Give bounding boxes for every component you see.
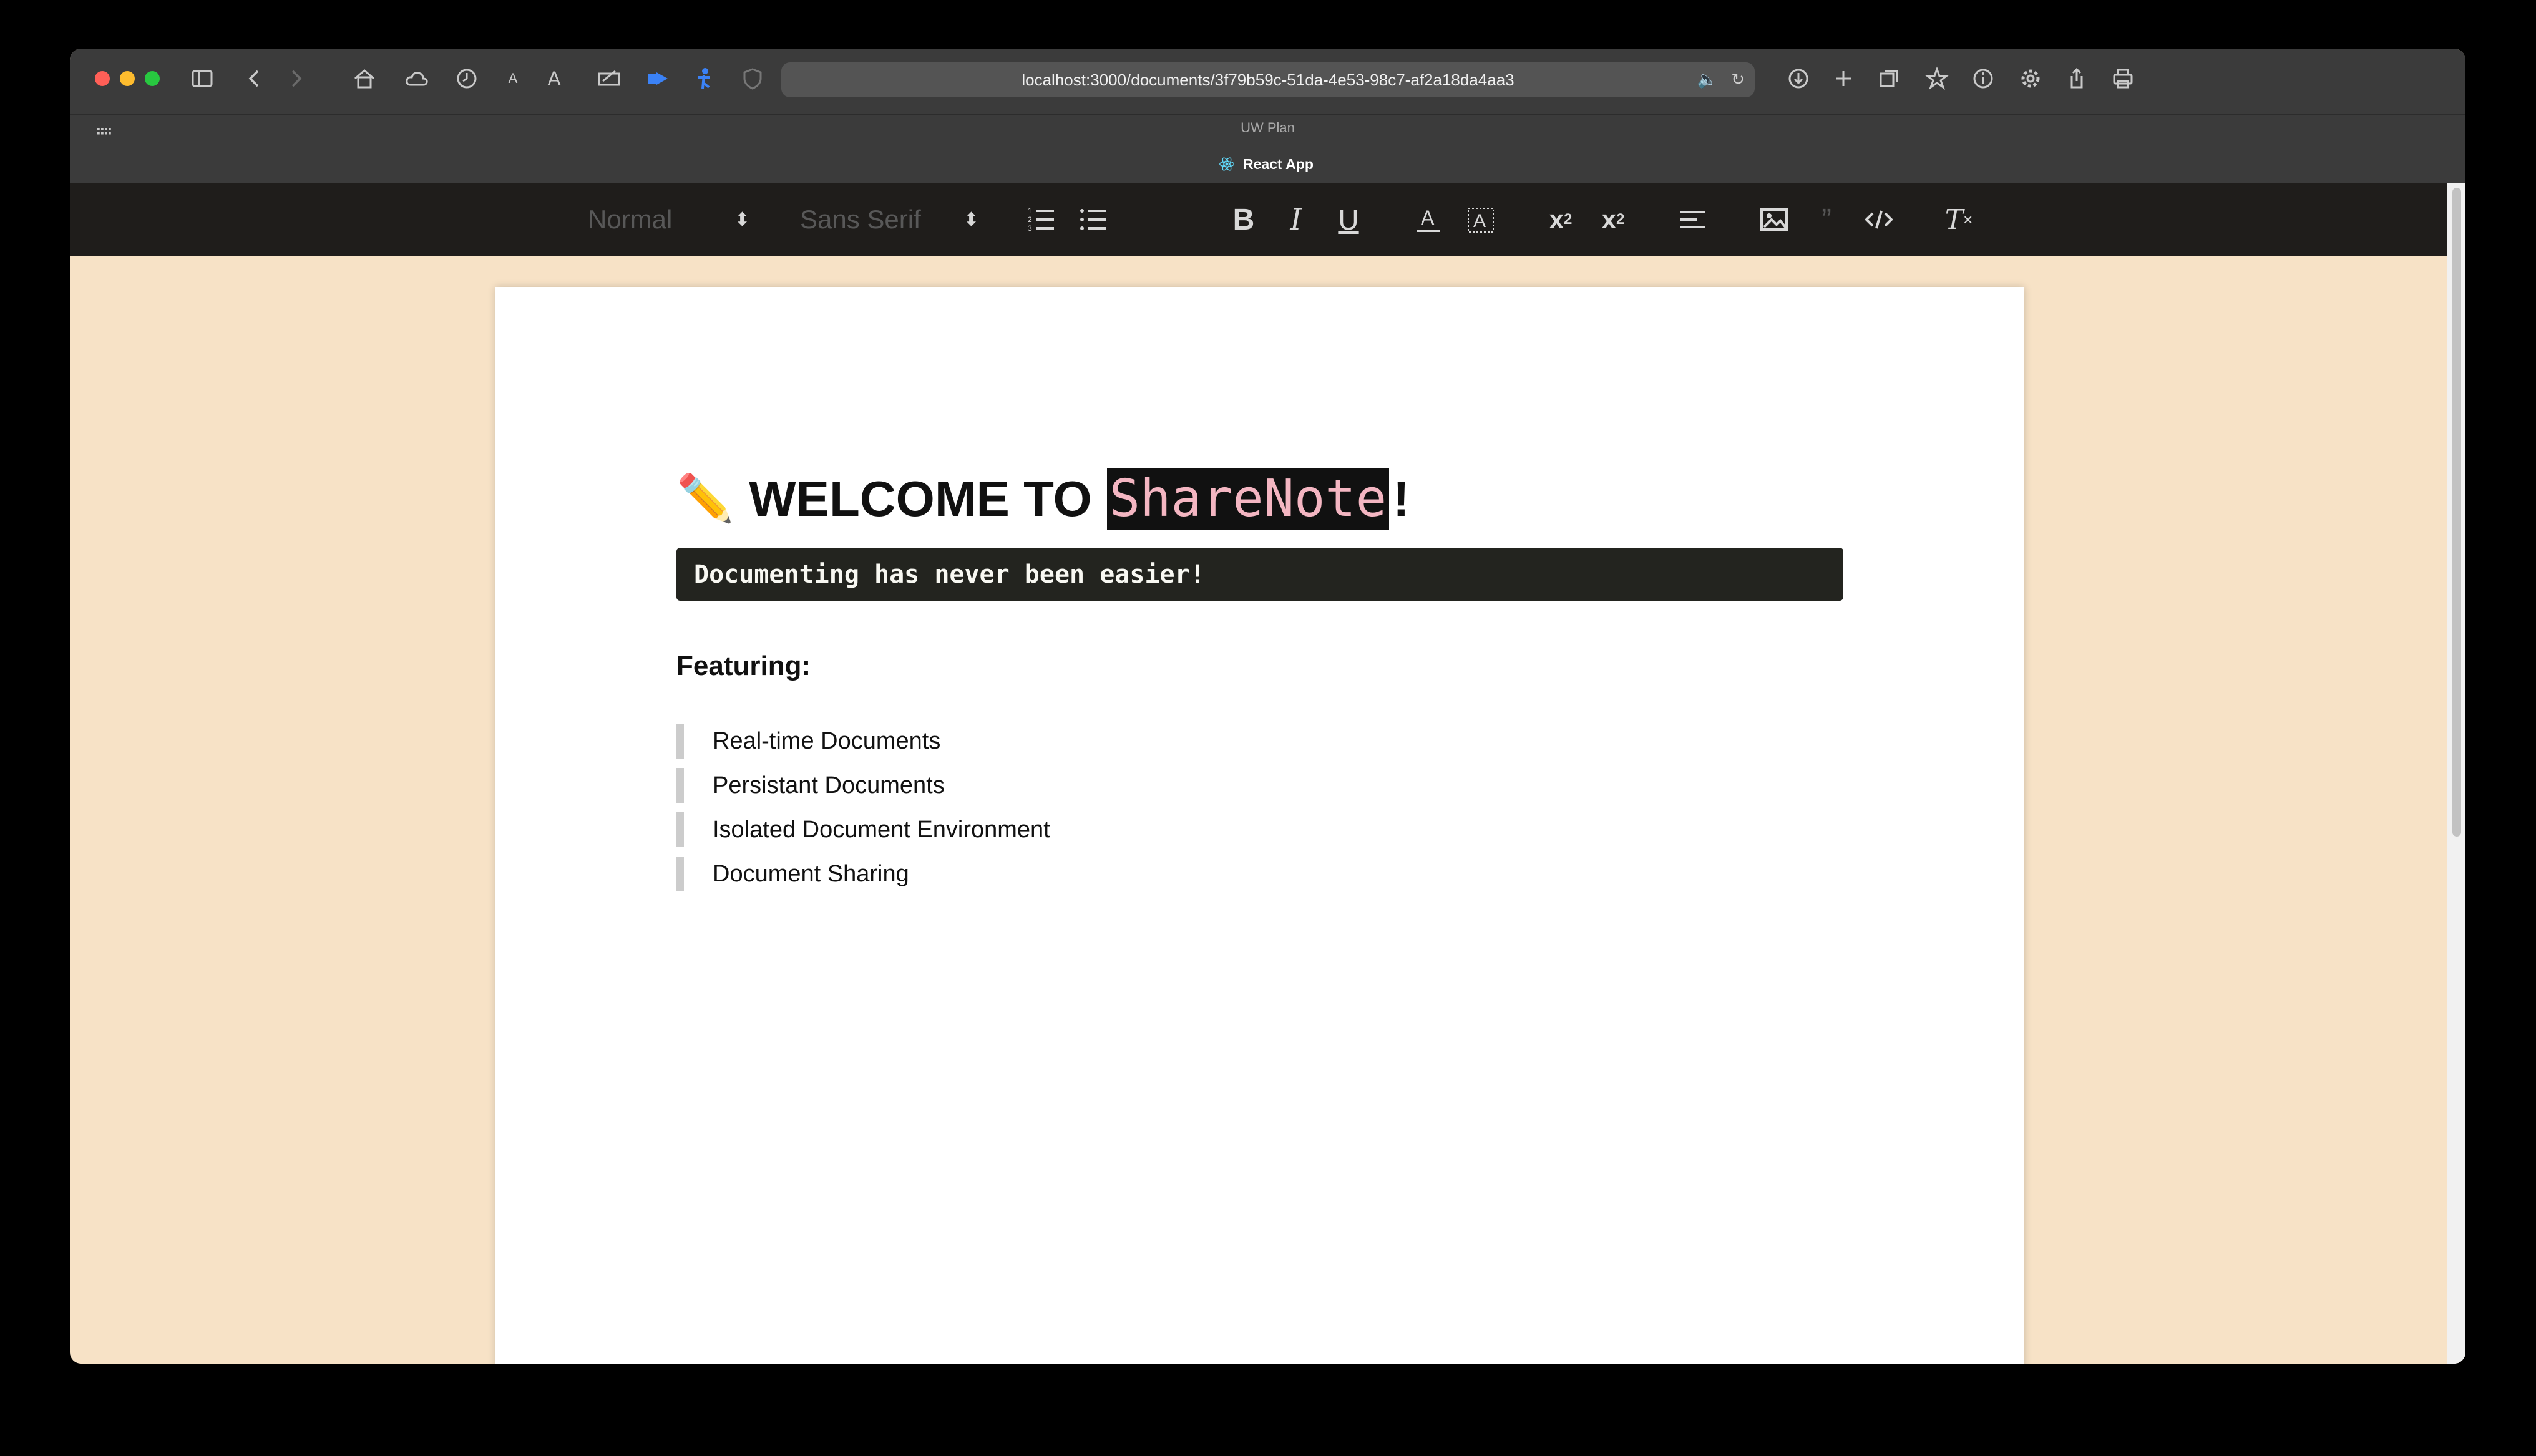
share-icon[interactable] [2060,62,2093,95]
close-window-button[interactable] [95,71,110,86]
audio-icon[interactable]: 🔈 [1697,70,1717,89]
scrollbar-thumb[interactable] [2452,188,2461,837]
reload-icon[interactable]: ↻ [1731,70,1745,89]
page-scrollbar[interactable] [2447,183,2465,1364]
header-select-value: Normal [588,205,673,234]
new-tab-icon[interactable] [1827,62,1860,95]
svg-text:A: A [1473,211,1486,231]
text-smaller-icon[interactable]: A [497,62,529,95]
back-icon[interactable] [238,62,271,95]
cloud-icon[interactable] [401,62,433,95]
blockquote-icon[interactable]: ” [1805,183,1848,256]
print-icon[interactable] [2107,62,2139,95]
code-line: Documenting has never been easier! [694,560,1205,589]
zoom-window-button[interactable] [145,71,160,86]
sidebar-icon[interactable] [186,62,218,95]
reader-icon[interactable] [593,62,625,95]
title-brand: ShareNote [1106,468,1390,530]
code-block-icon[interactable] [1857,183,1901,256]
svg-text:1: 1 [1028,206,1032,215]
featuring-heading: Featuring: [676,651,811,681]
bullet-list-icon[interactable] [1072,183,1116,256]
forward-icon[interactable] [280,62,312,95]
info-icon[interactable] [1967,62,1999,95]
underline-icon[interactable]: U [1327,183,1370,256]
pencil-icon: ✏️ [676,472,734,524]
react-logo-icon [1219,157,1234,171]
bookmark-star-icon[interactable] [1921,62,1953,95]
feature-item: Persistant Documents [676,768,1300,803]
background-color-icon[interactable]: A [1459,183,1503,256]
title-prefix: WELCOME TO [749,470,1092,527]
svg-text:2: 2 [1028,215,1032,224]
bold-icon[interactable]: B [1222,183,1266,256]
browser-toolbar: A A localhost:3000/documents/3f79b59c-51… [70,49,2465,114]
browser-chrome: A A localhost:3000/documents/3f79b59c-51… [70,49,2465,183]
font-select[interactable]: Sans Serif ⬍ [800,183,1037,256]
editor-toolbar: Normal ⬍ Sans Serif ⬍ 123 B I U A A x2 x… [70,183,2447,256]
privacy-icon[interactable] [736,62,769,95]
extension-blue-icon[interactable] [641,62,674,95]
tab-bar: React App [70,148,2465,183]
ordered-list-icon[interactable]: 123 [1020,183,1063,256]
feature-item: Isolated Document Environment [676,812,1300,847]
settings-gear-icon[interactable] [2014,62,2047,95]
italic-icon[interactable]: I [1274,183,1318,256]
tab-react-app[interactable]: React App [1218,155,1314,173]
tab-title: React App [1243,155,1314,172]
url-text: localhost:3000/documents/3f79b59c-51da-4… [1022,70,1514,89]
image-icon[interactable] [1752,183,1796,256]
feature-item: Document Sharing [676,857,1300,891]
font-select-arrows-icon: ⬍ [963,209,980,230]
text-color-icon[interactable]: A [1407,183,1450,256]
address-bar[interactable]: localhost:3000/documents/3f79b59c-51da-4… [781,62,1755,97]
minimize-window-button[interactable] [120,71,135,86]
browser-window: A A localhost:3000/documents/3f79b59c-51… [70,49,2465,1364]
header-select[interactable]: Normal ⬍ [588,183,812,256]
header-select-arrows-icon: ⬍ [734,209,751,230]
download-icon[interactable] [1782,62,1815,95]
home-icon[interactable] [348,62,381,95]
superscript-icon[interactable]: x2 [1591,183,1635,256]
tab-overview-icon[interactable] [1873,62,1906,95]
subscript-icon[interactable]: x2 [1539,183,1583,256]
favorites-title[interactable]: UW Plan [70,120,2465,136]
svg-text:A: A [1421,206,1435,229]
clear-format-icon[interactable]: T × [1937,183,1981,256]
font-select-value: Sans Serif [800,205,921,234]
text-larger-icon[interactable]: A [538,62,570,95]
align-icon[interactable] [1671,183,1715,256]
document-title: ✏️ WELCOME TO ShareNote ! [676,468,1410,530]
history-icon[interactable] [451,62,483,95]
document-page[interactable]: ✏️ WELCOME TO ShareNote ! Documenting ha… [495,287,2024,1364]
feature-item: Real-time Documents [676,724,1300,759]
title-suffix: ! [1393,470,1410,527]
extension-figure-icon[interactable] [688,62,720,95]
code-block: Documenting has never been easier! [676,548,1843,601]
svg-text:3: 3 [1028,224,1032,233]
